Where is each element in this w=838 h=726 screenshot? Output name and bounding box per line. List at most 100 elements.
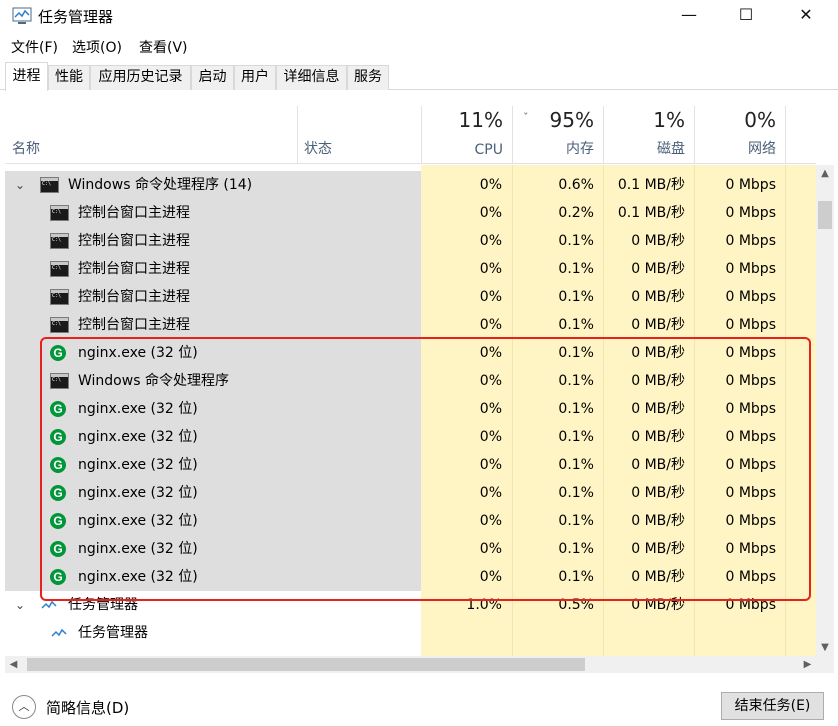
tab-details[interactable]: 详细信息: [276, 65, 347, 90]
process-name: nginx.exe (32 位): [78, 457, 198, 473]
menu-file[interactable]: 文件(F): [11, 37, 58, 57]
nginx-icon: G: [50, 429, 66, 445]
process-row[interactable]: Gnginx.exe (32 位) 0% 0.1% 0 MB/秒 0 Mbps: [5, 479, 816, 507]
cell-network: 0 Mbps: [725, 289, 776, 305]
column-network[interactable]: 0% 网络: [694, 106, 785, 164]
vertical-scroll-thumb[interactable]: [818, 201, 832, 229]
process-row[interactable]: 控制台窗口主进程0%0.2%0.1 MB/秒0 Mbps: [5, 199, 816, 227]
cmd-icon: [50, 233, 69, 249]
cell-network: 0 Mbps: [725, 457, 776, 473]
footer: ︿ 简略信息(D) 结束任务(E): [0, 685, 838, 726]
process-row[interactable]: ⌄Windows 命令处理程序 (14)0%0.6%0.1 MB/秒0 Mbps: [5, 171, 816, 199]
row-selection-bg: [5, 451, 421, 479]
horizontal-scrollbar[interactable]: ◀ ▶: [5, 656, 834, 673]
column-name[interactable]: 名称: [5, 106, 297, 164]
tab-performance[interactable]: 性能: [48, 65, 90, 90]
column-network-label: 网络: [748, 141, 776, 157]
process-name: 控制台窗口主进程: [78, 317, 190, 333]
tab-startup[interactable]: 启动: [191, 65, 234, 90]
tab-processes[interactable]: 进程: [5, 62, 48, 91]
nginx-icon: G: [50, 569, 66, 585]
task-manager-icon: [40, 597, 59, 613]
cell-network: 0 Mbps: [725, 233, 776, 249]
memory-total: 95%: [549, 108, 594, 132]
cell-network: 0 Mbps: [725, 429, 776, 445]
end-task-button[interactable]: 结束任务(E): [721, 692, 824, 720]
column-disk-label: 磁盘: [657, 141, 685, 157]
scroll-up-icon[interactable]: ▲: [816, 165, 834, 182]
chevron-down-icon[interactable]: ⌄: [13, 591, 27, 619]
process-row[interactable]: 控制台窗口主进程0%0.1%0 MB/秒0 Mbps: [5, 283, 816, 311]
process-name: nginx.exe (32 位): [78, 513, 198, 529]
process-name: nginx.exe (32 位): [78, 569, 198, 585]
cmd-icon: [50, 205, 69, 221]
process-row[interactable]: Windows 命令处理程序0%0.1%0 MB/秒0 Mbps: [5, 367, 816, 395]
column-name-label: 名称: [12, 141, 40, 157]
cell-network: 0 Mbps: [725, 541, 776, 557]
cmd-icon: [50, 289, 69, 305]
tab-users[interactable]: 用户: [234, 65, 276, 90]
process-row[interactable]: Gnginx.exe (32 位) 0% 0.1% 0 MB/秒 0 Mbps: [5, 507, 816, 535]
tab-app-history[interactable]: 应用历史记录: [90, 65, 191, 90]
column-status-label: 状态: [304, 141, 332, 157]
vertical-scrollbar[interactable]: ▲ ▼: [816, 165, 834, 656]
process-name: nginx.exe (32 位): [78, 429, 198, 445]
task-manager-app-icon: [12, 7, 32, 24]
row-selection-bg: [5, 563, 421, 591]
process-name: nginx.exe (32 位): [78, 541, 198, 557]
column-cpu[interactable]: 11% CPU: [421, 106, 512, 164]
fewer-details-link[interactable]: 简略信息(D): [46, 697, 129, 718]
maximize-button[interactable]: ☐: [723, 0, 769, 32]
column-cpu-label: CPU: [474, 142, 503, 158]
column-disk[interactable]: 1% 磁盘: [603, 106, 694, 164]
cell-network: 0 Mbps: [725, 205, 776, 221]
task-manager-icon: [50, 625, 69, 641]
process-row[interactable]: 控制台窗口主进程0%0.1%0 MB/秒0 Mbps: [5, 311, 816, 339]
cmd-icon: [50, 373, 69, 389]
menu-view[interactable]: 查看(V): [139, 37, 188, 57]
nginx-icon: G: [50, 541, 66, 557]
tab-services[interactable]: 服务: [347, 65, 389, 90]
process-row[interactable]: Gnginx.exe (32 位) 0% 0.1% 0 MB/秒 0 Mbps: [5, 395, 816, 423]
cell-network: 0 Mbps: [725, 569, 776, 585]
column-status[interactable]: 状态: [297, 106, 421, 164]
network-total: 0%: [744, 108, 776, 132]
process-row[interactable]: Gnginx.exe (32 位) 0% 0.1% 0 MB/秒 0 Mbps: [5, 563, 816, 591]
process-row[interactable]: Gnginx.exe (32 位) 0% 0.1% 0 MB/秒 0 Mbps: [5, 423, 816, 451]
column-memory[interactable]: ˇ 95% 内存: [512, 106, 603, 164]
row-selection-bg: [5, 339, 421, 367]
process-row[interactable]: Gnginx.exe (32 位) 0% 0.1% 0 MB/秒 0 Mbps: [5, 339, 816, 367]
nginx-icon: G: [50, 457, 66, 473]
cell-network: 0 Mbps: [725, 485, 776, 501]
process-row[interactable]: Gnginx.exe (32 位) 0% 0.1% 0 MB/秒 0 Mbps: [5, 535, 816, 563]
process-name: 控制台窗口主进程: [78, 261, 190, 277]
menu-options[interactable]: 选项(O): [72, 37, 122, 57]
chevron-down-icon[interactable]: ⌄: [13, 171, 27, 199]
nginx-icon: G: [50, 513, 66, 529]
process-table: ⌄Windows 命令处理程序 (14)0%0.6%0.1 MB/秒0 Mbps…: [5, 165, 816, 656]
nginx-icon: G: [50, 485, 66, 501]
cell-network: 0 Mbps: [725, 345, 776, 361]
title-bar: 任务管理器 — ☐ ✕: [0, 0, 838, 32]
scroll-left-icon[interactable]: ◀: [5, 656, 22, 673]
scroll-down-icon[interactable]: ▼: [816, 639, 834, 656]
column-extra: [785, 106, 816, 164]
cell-network: 0 Mbps: [725, 401, 776, 417]
row-selection-bg: [5, 395, 421, 423]
chevron-up-icon[interactable]: ︿: [12, 695, 36, 719]
process-row[interactable]: 控制台窗口主进程0%0.1%0 MB/秒0 Mbps: [5, 227, 816, 255]
process-row[interactable]: Gnginx.exe (32 位) 0% 0.1% 0 MB/秒 0 Mbps: [5, 451, 816, 479]
cmd-icon: [40, 177, 59, 193]
process-row[interactable]: 任务管理器: [5, 619, 816, 647]
process-row[interactable]: 控制台窗口主进程0%0.1%0 MB/秒0 Mbps: [5, 255, 816, 283]
horizontal-scroll-thumb[interactable]: [27, 658, 585, 671]
process-name: Windows 命令处理程序: [78, 373, 229, 389]
row-selection-bg: [5, 423, 421, 451]
cell-network: 0 Mbps: [725, 373, 776, 389]
close-button[interactable]: ✕: [783, 0, 829, 32]
minimize-button[interactable]: —: [666, 0, 712, 32]
row-selection-bg: [5, 479, 421, 507]
scroll-right-icon[interactable]: ▶: [799, 656, 816, 673]
process-row[interactable]: ⌄ 任务管理器 1.0% 0.5% 0 MB/秒 0 Mbps: [5, 591, 816, 619]
process-name: 控制台窗口主进程: [78, 205, 190, 221]
